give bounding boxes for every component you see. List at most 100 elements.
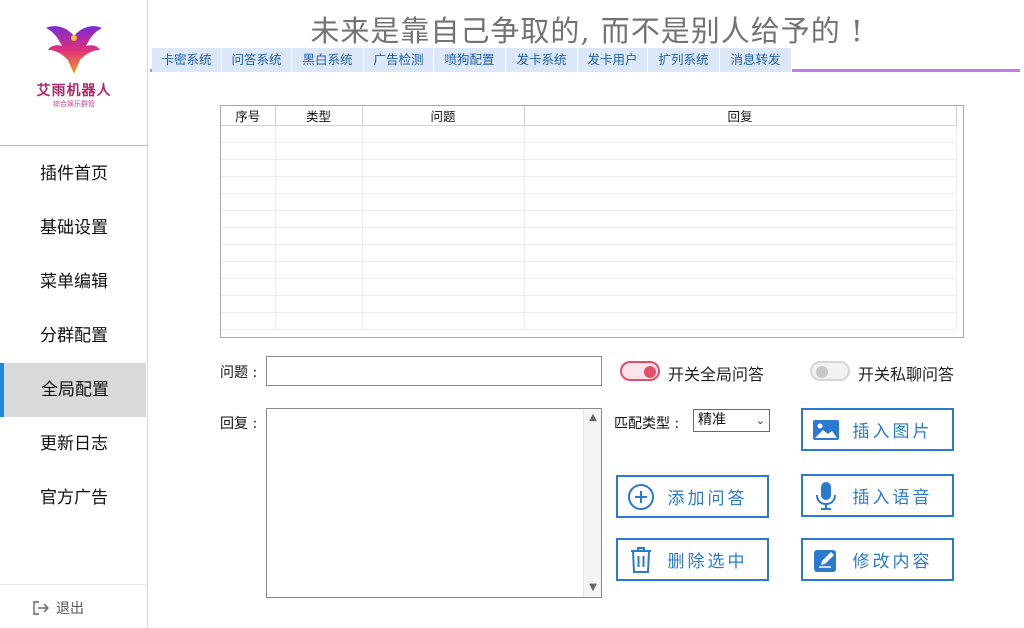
microphone-icon (811, 481, 841, 511)
plus-circle-icon (626, 482, 656, 512)
toggle-global-qa[interactable] (620, 361, 660, 381)
table-cell (362, 244, 525, 262)
table-row[interactable] (221, 244, 957, 262)
table-cell (524, 261, 957, 279)
table-row[interactable] (221, 125, 957, 143)
reply-scrollbar[interactable]: ▲ ▼ (583, 409, 601, 597)
insert-voice-button[interactable]: 插入语音 (801, 474, 954, 517)
tab-bar: 卡密系统 问答系统 黑白系统 广告检测 喷狗配置 发卡系统 发卡用户 扩列系统 … (150, 48, 1020, 72)
edit-content-label: 修改内容 (852, 552, 933, 572)
table-row[interactable] (221, 227, 957, 245)
table-cell (275, 193, 363, 211)
sidebar-item-basic-settings[interactable]: 基础设置 (0, 201, 146, 255)
add-qa-button[interactable]: 添加问答 (616, 475, 769, 518)
table-cell (362, 278, 525, 296)
tab-expand-system[interactable]: 扩列系统 (648, 48, 720, 72)
tab-card-key-system[interactable]: 卡密系统 (152, 48, 222, 72)
table-cell (275, 244, 363, 262)
toggle-private-qa[interactable] (810, 361, 850, 381)
table-cell (362, 312, 525, 330)
table-cell (221, 227, 276, 245)
table-cell (221, 125, 276, 143)
table-row[interactable] (221, 142, 957, 160)
edit-icon (811, 545, 841, 575)
table-cell (275, 176, 363, 194)
tab-card-issue-system[interactable]: 发卡系统 (506, 48, 578, 72)
table-cell (524, 210, 957, 228)
tab-penggou-config[interactable]: 喷狗配置 (434, 48, 506, 72)
match-type-value: 精准 (698, 412, 726, 428)
table-cell (275, 261, 363, 279)
table-row[interactable] (221, 295, 957, 313)
question-label: 问题 : (220, 365, 258, 381)
table-cell (524, 227, 957, 245)
qa-table[interactable]: 序号 类型 问题 回复 (220, 105, 964, 338)
table-cell (362, 227, 525, 245)
table-row[interactable] (221, 159, 957, 177)
sidebar-item-group-config[interactable]: 分群配置 (0, 309, 146, 363)
scroll-up-arrow-icon[interactable]: ▲ (584, 409, 602, 427)
table-cell (221, 295, 276, 313)
table-row[interactable] (221, 193, 957, 211)
column-header-index[interactable]: 序号 (221, 106, 276, 126)
logo-subtitle: 综合娱乐群管 (53, 100, 95, 108)
page-banner: 未来是靠自己争取的, 而不是别人给予的 ! (310, 14, 864, 48)
table-cell (221, 261, 276, 279)
column-header-type[interactable]: 类型 (275, 106, 363, 126)
logout-label: 退出 (56, 601, 84, 617)
table-cell (524, 295, 957, 313)
table-row[interactable] (221, 210, 957, 228)
table-cell (524, 193, 957, 211)
phoenix-logo-icon (46, 26, 102, 74)
sidebar-item-update-log[interactable]: 更新日志 (0, 417, 146, 471)
table-cell (524, 312, 957, 330)
logo-area: 艾雨机器人 综合娱乐群管 (0, 0, 148, 146)
table-cell (362, 193, 525, 211)
logout-button[interactable]: 退出 (32, 598, 84, 618)
table-cell (362, 210, 525, 228)
table-row[interactable] (221, 312, 957, 330)
table-cell (275, 312, 363, 330)
match-type-select[interactable]: 精准 ⌄ (693, 409, 770, 432)
insert-voice-label: 插入语音 (852, 488, 933, 508)
table-row[interactable] (221, 176, 957, 194)
tab-card-issue-users[interactable]: 发卡用户 (578, 48, 648, 72)
table-row[interactable] (221, 278, 957, 296)
scroll-down-arrow-icon[interactable]: ▼ (584, 579, 602, 597)
tab-ad-detection[interactable]: 广告检测 (364, 48, 434, 72)
toggle-knob (816, 366, 828, 378)
trash-icon (626, 545, 656, 575)
sidebar-item-menu-edit[interactable]: 菜单编辑 (0, 255, 146, 309)
table-cell (362, 176, 525, 194)
table-cell (362, 159, 525, 177)
delete-selected-button[interactable]: 删除选中 (616, 538, 769, 581)
reply-textarea[interactable] (267, 409, 583, 597)
table-cell (524, 244, 957, 262)
delete-selected-label: 删除选中 (667, 552, 748, 572)
edit-content-button[interactable]: 修改内容 (801, 538, 954, 581)
table-cell (221, 142, 276, 160)
table-header-row: 序号 类型 问题 回复 (221, 106, 957, 126)
table-cell (275, 125, 363, 143)
table-cell (275, 159, 363, 177)
tab-qa-system[interactable]: 问答系统 (222, 48, 292, 72)
column-header-question[interactable]: 问题 (362, 106, 525, 126)
table-cell (221, 193, 276, 211)
sidebar-item-plugin-home[interactable]: 插件首页 (0, 147, 146, 201)
table-cell (362, 295, 525, 313)
tab-message-forward[interactable]: 消息转发 (720, 48, 792, 72)
add-qa-label: 添加问答 (667, 489, 748, 509)
question-input[interactable] (266, 356, 602, 386)
sidebar: 艾雨机器人 综合娱乐群管 插件首页 基础设置 菜单编辑 分群配置 全局配置 更新… (0, 0, 148, 628)
sidebar-item-official-ads[interactable]: 官方广告 (0, 471, 146, 525)
table-cell (275, 278, 363, 296)
column-header-reply[interactable]: 回复 (524, 106, 957, 126)
tab-black-white-system[interactable]: 黑白系统 (292, 48, 364, 72)
table-cell (221, 210, 276, 228)
table-row[interactable] (221, 261, 957, 279)
table-cell (275, 227, 363, 245)
table-body (221, 125, 957, 330)
sidebar-item-global-config[interactable]: 全局配置 (0, 363, 146, 417)
reply-label: 回复 : (220, 416, 258, 432)
insert-image-button[interactable]: 插入图片 (801, 408, 954, 451)
